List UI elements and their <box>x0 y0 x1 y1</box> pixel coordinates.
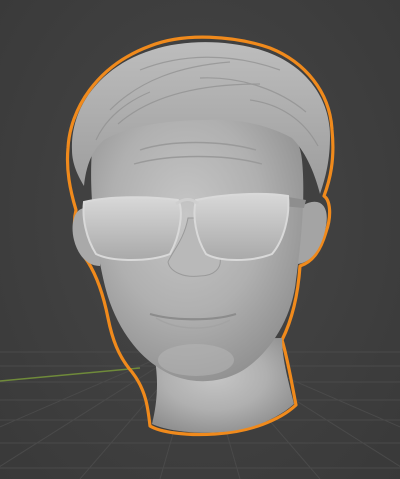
x-axis-line <box>0 367 141 382</box>
head-sculpt[interactable] <box>65 35 335 437</box>
sunglasses-left-lens <box>82 196 182 261</box>
chin <box>158 344 234 376</box>
3d-viewport[interactable] <box>0 0 400 479</box>
viewport-canvas[interactable] <box>0 0 400 479</box>
sunglasses-right-lens <box>193 192 290 261</box>
